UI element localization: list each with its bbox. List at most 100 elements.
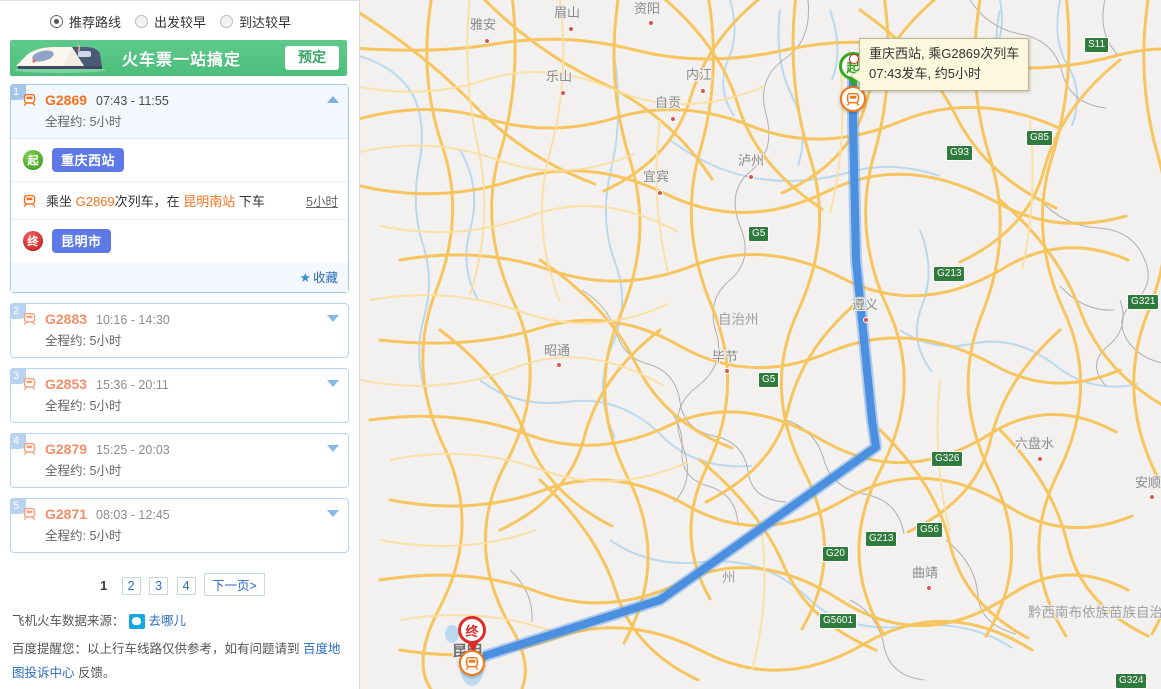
sidebar-top-divider [0, 0, 359, 1]
train-icon [23, 94, 36, 106]
sort-option-label: 到达较早 [239, 15, 292, 30]
route-card-header[interactable]: G2879 15:25 - 20:03 全程约: 5小时 [11, 434, 348, 487]
route-card-header[interactable]: G2869 07:43 - 11:55 全程约: 5小时 [11, 85, 348, 139]
data-source-label: 飞机火车数据来源： [12, 614, 125, 628]
train-icon [23, 313, 36, 325]
page-4-button[interactable]: 4 [176, 577, 196, 595]
route-card[interactable]: 2 G2883 10:16 - 14:30 全程约: 5小时 [10, 303, 349, 358]
tooltip-line-1: 重庆西站, 乘G2869次列车 [869, 46, 1020, 61]
route-card-header[interactable]: G2883 10:16 - 14:30 全程约: 5小时 [11, 304, 348, 357]
route-time-range: 15:25 - 20:03 [96, 443, 170, 457]
route-step-ride: 乘坐 G2869次列车，在 昆明南站 下车 5小时 [11, 182, 348, 220]
train-icon [23, 508, 36, 520]
expand-caret-icon[interactable] [327, 315, 339, 322]
highway-shield: G5601 [819, 613, 858, 629]
ad-banner-text: 火车票一站搞定 [122, 52, 242, 69]
expand-caret-icon[interactable] [327, 445, 339, 452]
step-train-number: G2869 [75, 194, 115, 209]
collapse-caret-icon[interactable] [327, 96, 339, 103]
sort-option-recommended[interactable]: 推荐路线 [50, 12, 121, 31]
step-suffix: 下车 [235, 194, 265, 209]
step-prefix: 乘坐 [46, 194, 76, 209]
sort-option-label: 推荐路线 [69, 15, 122, 30]
end-marker-label: 终 [458, 616, 486, 644]
route-step-destination: 终 昆明市 [11, 220, 348, 262]
step-middle: 次列车，在 [114, 194, 184, 209]
highway-shield: G56 [916, 522, 943, 538]
route-duration: 全程约: 5小时 [45, 529, 122, 543]
route-train-number: G2883 [45, 311, 88, 327]
star-icon: ★ [299, 270, 311, 285]
route-card-header[interactable]: G2853 15:36 - 20:11 全程约: 5小时 [11, 369, 348, 422]
train-icon [846, 92, 860, 106]
book-ticket-button[interactable]: 预定 [285, 46, 339, 70]
disclaimer-prefix: 百度提醒您：以上行车线路仅供参考，如有问题请到 [12, 641, 303, 656]
route-train-number: G2869 [45, 92, 88, 108]
city-dot [748, 174, 754, 180]
train-ticket-ad-banner[interactable]: 火车票一站搞定 预定 [10, 40, 347, 76]
train-icon [23, 194, 36, 207]
destination-tag[interactable]: 昆明市 [52, 229, 111, 253]
step-duration[interactable]: 5小时 [306, 191, 338, 210]
qunar-link[interactable]: 去哪儿 [149, 610, 187, 634]
highway-shield: G324 [1115, 673, 1148, 689]
sort-option-earlier-departure[interactable]: 出发较早 [135, 12, 206, 31]
highway-shield: G321 [1127, 294, 1160, 310]
route-list: 1 G2869 07:43 - 11:55 全程约: 5小时 起 重庆西站 乘坐… [0, 76, 359, 553]
origin-station-tag[interactable]: 重庆西站 [52, 148, 125, 172]
route-card[interactable]: 4 G2879 15:25 - 20:03 全程约: 5小时 [10, 433, 349, 488]
sort-options: 推荐路线 出发较早 到达较早 [0, 0, 359, 40]
route-time-range: 08:03 - 12:45 [96, 508, 170, 522]
highway-shield: G5 [758, 372, 780, 388]
train-illustration-icon [14, 44, 106, 73]
route-train-number: G2871 [45, 506, 88, 522]
qunar-logo-icon [128, 614, 145, 630]
disclaimer-suffix: 反馈。 [74, 665, 116, 680]
city-dot [560, 90, 566, 96]
route-train-number: G2853 [45, 376, 88, 392]
route-step-text: 乘坐 G2869次列车，在 昆明南站 下车 [46, 191, 265, 210]
route-tooltip: 重庆西站, 乘G2869次列车 07:43发车, 约5小时 [849, 38, 1030, 92]
city-dot [1037, 456, 1043, 462]
highway-shield: G326 [931, 451, 964, 467]
route-card-header[interactable]: G2871 08:03 - 12:45 全程约: 5小时 [11, 499, 348, 552]
map-vector-layer [360, 0, 1161, 689]
highway-shield: G93 [946, 145, 973, 161]
route-duration: 全程约: 5小时 [45, 464, 122, 478]
city-dot [484, 38, 490, 44]
route-card[interactable]: 3 G2853 15:36 - 20:11 全程约: 5小时 [10, 368, 349, 423]
expand-caret-icon[interactable] [327, 380, 339, 387]
origin-station-secondary-marker[interactable] [849, 54, 859, 64]
radio-icon-earlier-arrival [220, 15, 234, 28]
route-train-number: G2879 [45, 441, 88, 457]
route-duration: 全程约: 5小时 [45, 399, 122, 413]
next-page-button[interactable]: 下一页> [204, 573, 265, 596]
map-canvas[interactable]: 雅安 眉山 资阳 乐山 内江 自贡 泸州 宜宾 昭通 毕节 遵义 铜仁 六盘水 … [360, 0, 1161, 689]
train-icon [23, 443, 36, 455]
page-2-button[interactable]: 2 [121, 577, 141, 595]
start-pin-icon: 起 [23, 150, 43, 170]
train-icon [23, 378, 36, 390]
route-duration: 全程约: 5小时 [45, 334, 122, 348]
route-card[interactable]: 5 G2871 08:03 - 12:45 全程约: 5小时 [10, 498, 349, 553]
city-dot [568, 26, 574, 32]
map-end-marker[interactable]: 终 [458, 616, 488, 654]
city-dot [1149, 494, 1155, 500]
train-icon [465, 656, 479, 670]
favorite-button[interactable]: ★ 收藏 [299, 270, 338, 285]
expand-caret-icon[interactable] [327, 510, 339, 517]
city-dot [926, 585, 932, 591]
destination-station-marker[interactable] [459, 650, 485, 676]
route-time-range: 10:16 - 14:30 [96, 313, 170, 327]
sort-option-label: 出发较早 [154, 15, 207, 30]
sort-option-earlier-arrival[interactable]: 到达较早 [220, 12, 291, 31]
favorite-row: ★ 收藏 [11, 262, 348, 292]
highway-shield: G20 [822, 546, 849, 562]
city-dot [700, 88, 706, 94]
sidebar-footer: 飞机火车数据来源： 去哪儿 百度提醒您：以上行车线路仅供参考，如有问题请到 百度… [0, 602, 359, 685]
route-card[interactable]: 1 G2869 07:43 - 11:55 全程约: 5小时 起 重庆西站 乘坐… [10, 84, 349, 293]
city-dot [724, 368, 730, 374]
page-3-button[interactable]: 3 [149, 577, 169, 595]
page-root: 推荐路线 出发较早 到达较早 火车票一站搞定 预定 1 G2869 07:43 … [0, 0, 1161, 689]
route-time-range: 07:43 - 11:55 [96, 94, 169, 108]
